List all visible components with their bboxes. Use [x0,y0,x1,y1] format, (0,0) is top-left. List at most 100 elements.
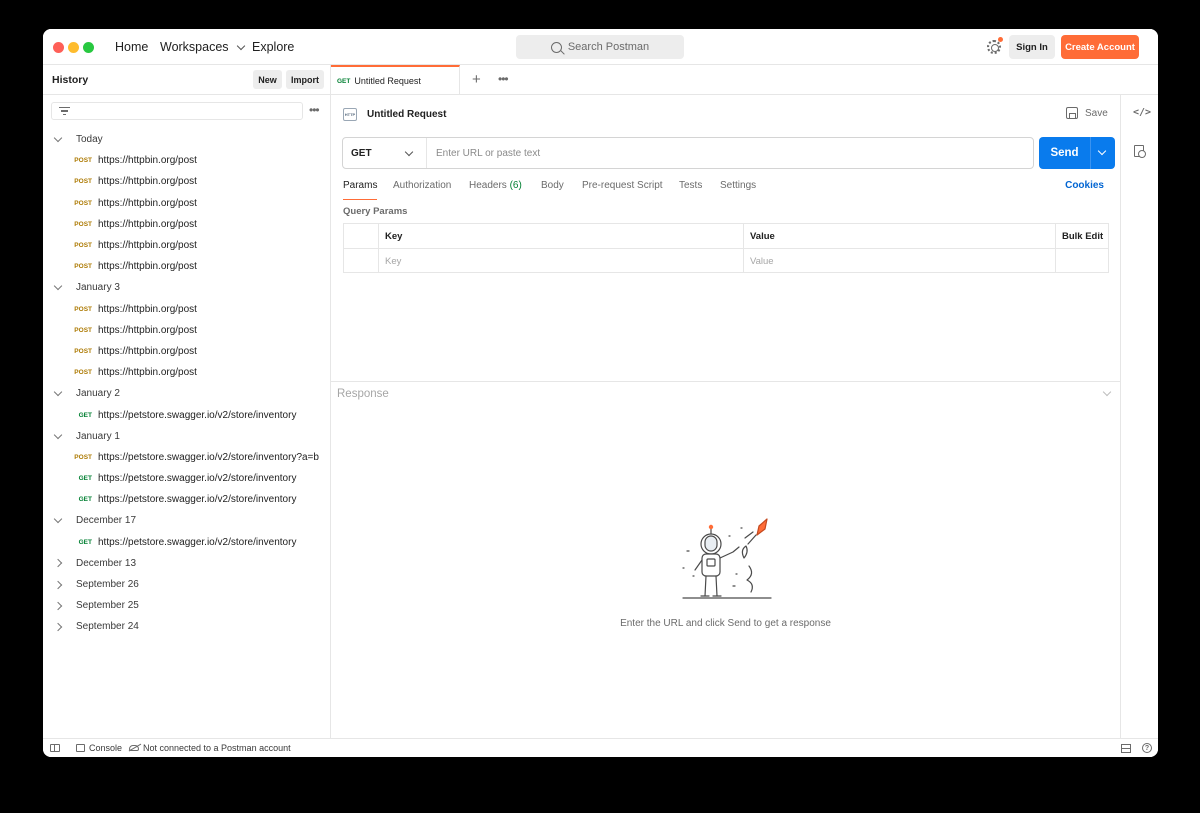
tab-options-icon[interactable]: ••• [498,73,509,85]
history-item-url: https://httpbin.org/post [98,324,197,336]
method-value: GET [351,147,372,159]
bulk-edit-button[interactable]: Bulk Edit [1056,224,1108,248]
nav-workspaces[interactable]: Workspaces [160,40,245,54]
notification-dot [998,37,1003,42]
history-item-url: https://petstore.swagger.io/v2/store/inv… [98,494,297,506]
tab-tests[interactable]: Tests [679,180,702,200]
minimize-window-button[interactable] [68,42,79,53]
code-snippet-icon[interactable]: </> [1133,107,1151,118]
history-item-url: https://httpbin.org/post [98,155,197,167]
history-item[interactable]: GET https://petstore.swagger.io/v2/store/… [43,489,331,510]
request-name[interactable]: Untitled Request [367,109,446,120]
send-button-group: Send [1039,137,1115,169]
send-button[interactable]: Send [1039,137,1090,169]
method-badge: POST [74,369,92,377]
key-column-header: Key [379,224,744,248]
more-options-icon[interactable]: ••• [309,104,320,116]
connection-label: Not connected to a Postman account [143,743,291,753]
method-badge: POST [74,305,92,313]
response-title: Response [337,388,389,400]
method-badge: GET [78,496,92,504]
chevron-right-icon [53,559,63,568]
chevron-down-icon [404,147,414,157]
history-group-label: January 3 [76,282,120,294]
sidebar-header: History New Import [43,65,331,95]
send-options-chevron-icon[interactable] [1097,146,1107,156]
history-group-label: September 25 [76,600,139,612]
history-item-url: https://petstore.swagger.io/v2/store/inv… [98,473,297,485]
history-group[interactable]: January 1 [43,426,331,447]
history-item[interactable]: GET https://petstore.swagger.io/v2/store/… [43,404,331,425]
history-item[interactable]: GET https://petstore.swagger.io/v2/store/… [43,532,331,553]
request-subtabs: Params Authorization Headers (6) Body Pr… [343,180,1118,200]
nav-home[interactable]: Home [115,40,148,54]
history-item[interactable]: POST https://httpbin.org/post [43,171,331,192]
search-box[interactable]: Search Postman [516,35,684,59]
method-badge: GET [78,538,92,546]
tab-untitled-request[interactable]: GET Untitled Request [331,65,460,95]
history-item[interactable]: POST https://httpbin.org/post [43,214,331,235]
maximize-window-button[interactable] [83,42,94,53]
create-account-button[interactable]: Create Account [1061,35,1139,59]
connection-status[interactable]: Not connected to a Postman account [129,743,291,753]
chevron-down-icon [53,282,63,291]
settings-gear-icon[interactable] [987,40,1001,54]
history-group[interactable]: September 24 [43,616,331,637]
new-tab-plus-icon[interactable]: + [472,71,481,88]
documentation-icon[interactable] [1134,145,1146,158]
chevron-right-icon [53,601,63,610]
import-button[interactable]: Import [286,70,324,89]
new-button[interactable]: New [253,70,282,89]
history-group[interactable]: January 3 [43,277,331,298]
history-item[interactable]: POST https://httpbin.org/post [43,256,331,277]
nav-explore[interactable]: Explore [252,40,294,54]
tab-prerequest-script[interactable]: Pre-request Script [582,180,663,200]
console-button[interactable]: Console [76,743,122,753]
title-bar: Home Workspaces Explore Search Postman S… [43,29,1158,65]
collapse-chevron-icon[interactable] [1102,387,1112,397]
history-group[interactable]: December 17 [43,510,331,531]
cookies-link[interactable]: Cookies [1065,180,1104,191]
cloud-offline-icon [129,745,139,751]
tab-params[interactable]: Params [343,180,378,200]
history-group[interactable]: Today [43,129,331,150]
layout-pane-icon[interactable] [1121,744,1131,753]
tab-headers[interactable]: Headers (6) [469,180,522,200]
history-item[interactable]: POST https://httpbin.org/post [43,299,331,320]
help-icon[interactable]: ? [1142,743,1152,753]
history-group[interactable]: January 2 [43,383,331,404]
close-window-button[interactable] [53,42,64,53]
history-filter-input[interactable] [51,102,303,120]
method-badge: POST [74,453,92,461]
method-badge: POST [74,157,92,165]
history-item[interactable]: POST https://httpbin.org/post [43,320,331,341]
console-icon [76,744,85,752]
history-item[interactable]: POST https://petstore.swagger.io/v2/store… [43,447,331,468]
tab-body[interactable]: Body [541,180,564,200]
save-button[interactable]: Save [1066,107,1108,119]
key-input[interactable]: Key [379,249,744,273]
history-item[interactable]: POST https://httpbin.org/post [43,341,331,362]
method-badge: POST [74,347,92,355]
history-item[interactable]: POST https://httpbin.org/post [43,193,331,214]
history-group[interactable]: September 25 [43,595,331,616]
history-group[interactable]: December 13 [43,553,331,574]
tab-authorization[interactable]: Authorization [393,180,451,200]
query-params-title: Query Params [343,206,408,217]
tab-settings[interactable]: Settings [720,180,756,200]
method-select[interactable]: GET [343,138,427,168]
history-group[interactable]: September 26 [43,574,331,595]
chevron-down-icon [236,41,245,50]
tab-method-badge: GET [337,77,351,85]
toggle-sidebar-icon[interactable] [50,744,60,752]
history-item-url: https://httpbin.org/post [98,197,197,209]
history-item[interactable]: POST https://httpbin.org/post [43,235,331,256]
value-input[interactable]: Value [744,249,1056,273]
history-item[interactable]: POST https://httpbin.org/post [43,362,331,383]
sign-in-button[interactable]: Sign In [1009,35,1055,59]
row-checkbox-cell [344,249,379,273]
url-input[interactable] [427,138,1027,168]
history-item[interactable]: GET https://petstore.swagger.io/v2/store/… [43,468,331,489]
history-item[interactable]: POST https://httpbin.org/post [43,150,331,171]
search-icon [550,41,562,53]
